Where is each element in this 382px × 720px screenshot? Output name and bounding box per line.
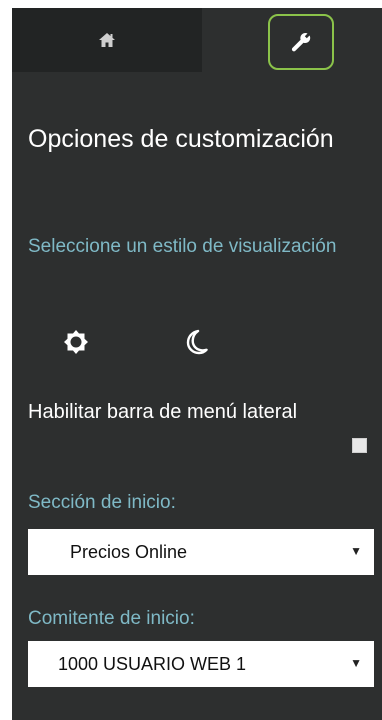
- chevron-down-icon: ▼: [350, 656, 362, 670]
- dark-style-button[interactable]: [176, 322, 216, 362]
- style-label: Seleccione un estilo de visualización: [28, 236, 337, 257]
- chevron-down-icon: ▼: [350, 544, 362, 558]
- tab-home[interactable]: [12, 8, 202, 72]
- moon-icon: [186, 329, 208, 355]
- home-section-value: Precios Online: [70, 542, 188, 562]
- home-account-label: Comitente de inicio:: [28, 608, 195, 629]
- sun-icon: [64, 330, 88, 354]
- home-section-select[interactable]: Precios Online ▼: [28, 529, 374, 575]
- wrench-icon: [291, 33, 311, 52]
- light-style-button[interactable]: [56, 322, 96, 362]
- customization-panel: Opciones de customización Seleccione un …: [12, 8, 382, 720]
- home-section-label: Sección de inicio:: [28, 492, 176, 513]
- home-account-select[interactable]: 1000 USUARIO WEB 1 ▼: [28, 641, 374, 687]
- style-options: [12, 322, 382, 362]
- home-account-value: 1000 USUARIO WEB 1: [58, 654, 247, 674]
- sidebar-toggle-label: Habilitar barra de menú lateral: [28, 401, 298, 423]
- panel-tabs: [12, 8, 382, 72]
- home-icon: [99, 33, 115, 47]
- sidebar-toggle-checkbox[interactable]: [352, 438, 367, 453]
- panel-title: Opciones de customización: [28, 125, 334, 153]
- tab-customization[interactable]: [268, 14, 334, 70]
